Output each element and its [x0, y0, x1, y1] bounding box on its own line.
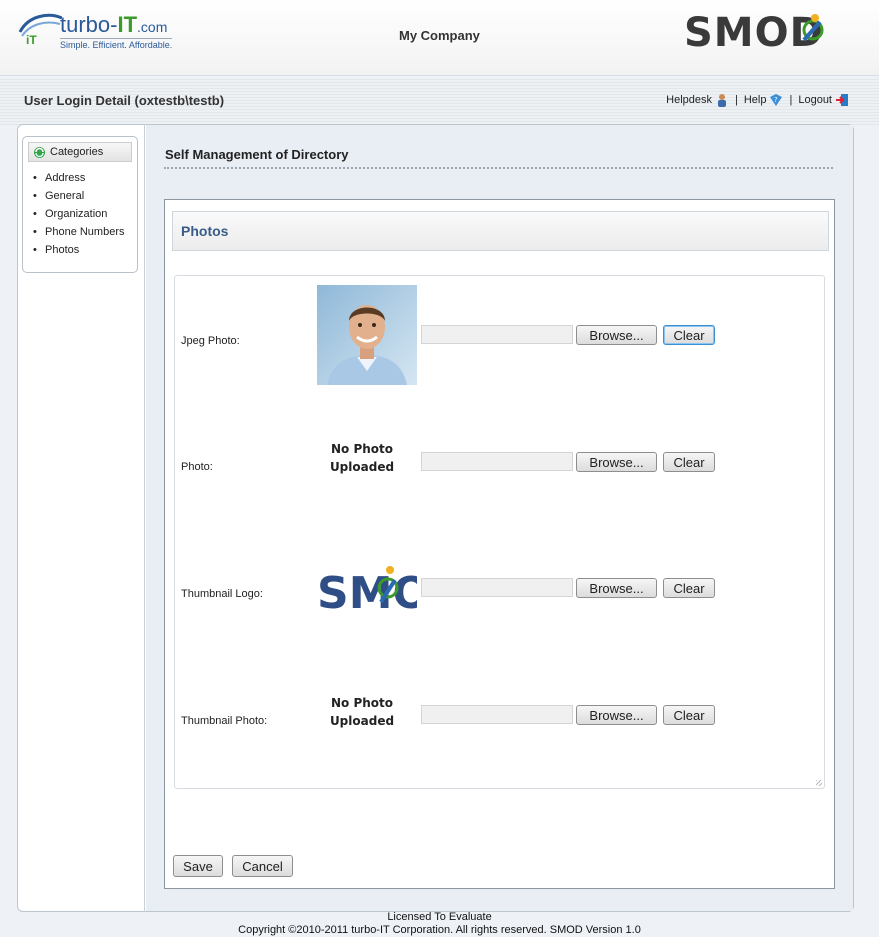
jpeg-photo-file-input[interactable] — [421, 325, 573, 344]
help-label: Help — [743, 94, 767, 106]
no-photo-line1: No Photo — [330, 696, 394, 710]
photo-browse-button[interactable]: Browse... — [576, 452, 657, 472]
thumbnail-photo-file-input[interactable] — [421, 705, 573, 724]
categories-title: Categories — [50, 146, 104, 158]
sidebar-item-address[interactable]: Address — [33, 171, 125, 189]
logout-door-icon — [836, 94, 848, 106]
categories-header: Categories — [28, 142, 132, 162]
link-separator: | — [789, 94, 793, 106]
helpdesk-label: Helpdesk — [666, 94, 712, 106]
cancel-button[interactable]: Cancel — [232, 855, 293, 877]
jpeg-photo-image — [317, 285, 417, 385]
sidebar-item-organization[interactable]: Organization — [33, 207, 125, 225]
brand-suffix: .com — [137, 19, 168, 35]
helpdesk-person-icon — [718, 94, 726, 107]
photo-clear-button[interactable]: Clear — [663, 452, 715, 472]
no-photo-line2: Uploaded — [329, 714, 395, 728]
logout-link[interactable]: Logout — [798, 93, 849, 107]
thumbnail-photo-browse-button[interactable]: Browse... — [576, 705, 657, 725]
turbo-it-logo[interactable]: iT turbo-IT.com Simple. Efficient. Affor… — [18, 10, 188, 54]
thumbnail-photo-clear-button[interactable]: Clear — [663, 705, 715, 725]
svg-text:?: ? — [774, 96, 778, 104]
jpeg-photo-browse-button[interactable]: Browse... — [576, 325, 657, 345]
sidebar-item-general[interactable]: General — [33, 189, 125, 207]
photo-file-input[interactable] — [421, 452, 573, 471]
no-photo-line2: Uploaded — [329, 460, 395, 474]
header: iT turbo-IT.com Simple. Efficient. Affor… — [0, 0, 879, 76]
page-title: Self Management of Directory — [165, 147, 349, 162]
brand-text: turbo- — [60, 12, 118, 37]
jpeg-photo-clear-button[interactable]: Clear — [663, 325, 715, 345]
brand-strong: IT — [117, 12, 138, 37]
thumbnail-logo-browse-button[interactable]: Browse... — [576, 578, 657, 598]
footer: Licensed To Evaluate Copyright ©2010-201… — [0, 911, 879, 937]
thumbnail-photo-label: Thumbnail Photo: — [181, 715, 268, 727]
smod-logo-icon: SMOD — [684, 10, 824, 56]
turbo-it-swoosh-icon: iT — [18, 13, 62, 46]
help-book-icon: ? — [770, 94, 783, 106]
thumbnail-logo-clear-button[interactable]: Clear — [663, 578, 715, 598]
resize-grip[interactable] — [816, 780, 822, 786]
thumbnail-logo-text: SMOD — [317, 568, 417, 619]
title-divider — [164, 167, 833, 169]
categories-box: Categories Address General Organization … — [22, 136, 138, 273]
help-link[interactable]: Help ? — [744, 93, 784, 107]
no-photo-line1: No Photo — [330, 442, 394, 456]
company-name: My Company — [399, 28, 480, 43]
thumbnail-logo-label: Thumbnail Logo: — [181, 588, 263, 600]
sidebar-item-photos[interactable]: Photos — [33, 243, 125, 261]
thumbnail-logo-file-input[interactable] — [421, 578, 573, 597]
tagline: Simple. Efficient. Affordable. — [60, 38, 173, 50]
thumbnail-photo-placeholder: No Photo Uploaded — [322, 694, 402, 730]
jpeg-photo-label: Jpeg Photo: — [181, 335, 240, 347]
section-title: Photos — [172, 211, 829, 251]
logout-label: Logout — [798, 94, 832, 106]
photo-placeholder: No Photo Uploaded — [322, 440, 402, 476]
svg-text:iT: iT — [26, 33, 37, 46]
helpdesk-link[interactable]: Helpdesk — [666, 93, 729, 107]
copyright-text: Copyright ©2010-2011 turbo-IT Corporatio… — [238, 924, 641, 936]
thumbnail-logo-image: SMOD — [317, 566, 417, 619]
categories-list: Address General Organization Phone Numbe… — [33, 171, 125, 261]
photo-label: Photo: — [181, 461, 213, 473]
sidebar-item-phone-numbers[interactable]: Phone Numbers — [33, 225, 125, 243]
link-separator: | — [735, 94, 738, 106]
smod-logo[interactable]: SMOD — [684, 10, 864, 56]
license-text: Licensed To Evaluate — [387, 911, 492, 923]
turbo-it-brand: turbo-IT.com — [60, 12, 167, 38]
top-links: Helpdesk | Help ? | Logout — [666, 93, 849, 107]
refresh-arrows-icon — [34, 146, 45, 158]
save-button[interactable]: Save — [173, 855, 223, 877]
user-login-detail: User Login Detail (oxtestb\testb) — [24, 93, 225, 108]
